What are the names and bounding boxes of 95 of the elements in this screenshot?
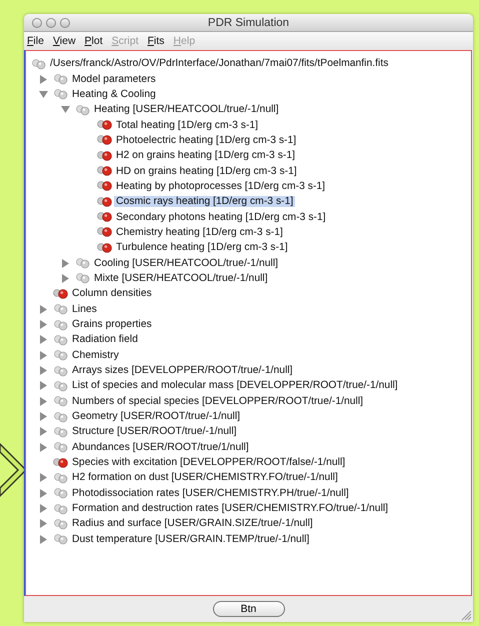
window-title: PDR Simulation [208,16,290,28]
molecule-icon [96,226,114,238]
tree-item[interactable]: Radiation field [70,334,140,346]
expand-triangle-icon[interactable] [38,366,48,376]
molecule-icon [52,472,70,484]
molecule-icon [52,441,70,454]
expand-triangle-icon[interactable] [38,442,48,452]
tree-item[interactable]: Heating by photoprocesses [1D/erg cm-3 s-1] [114,180,328,192]
molecule-icon [96,211,114,224]
molecule-icon [52,456,70,469]
zoom-button[interactable] [60,18,70,28]
tree-item[interactable]: Heating [USER/HEATCOOL/true/-1/null] [92,104,281,116]
molecule-icon [96,119,114,132]
molecule-icon [74,257,92,270]
expand-triangle-icon[interactable] [38,412,48,422]
molecule-icon [52,395,70,408]
expand-triangle-icon[interactable] [38,74,48,84]
tree-item[interactable]: HD on grains heating [1D/erg cm-3 s-1] [114,166,299,177]
molecule-icon [52,502,70,515]
tree-item[interactable]: Mixte [USER/HEATCOOL/true/-1/null] [92,272,270,284]
expand-triangle-icon[interactable] [38,320,48,330]
expand-triangle-icon[interactable] [38,519,48,528]
menu-item[interactable]: File [27,34,44,46]
tree-item[interactable]: Column densities [70,288,154,300]
molecule-icon [74,272,92,284]
molecule-icon [52,487,70,500]
molecule-icon [52,73,70,86]
molecule-icon [74,104,92,116]
tree-item[interactable]: Chemistry heating [1D/erg cm-3 s-1] [114,226,285,238]
molecule-icon [52,349,70,362]
expand-triangle-icon[interactable] [38,396,48,406]
minimize-button[interactable] [46,18,56,28]
expand-triangle-icon[interactable] [38,350,48,360]
collapse-triangle-icon[interactable] [38,90,48,99]
action-button[interactable]: Btn [212,601,284,617]
molecule-icon [96,165,114,178]
tree-item[interactable]: H2 formation on dust [USER/CHEMISTRY.FO/true/-1/null] [70,472,340,484]
tree-item[interactable]: Chemistry [70,350,121,361]
tree-item[interactable]: Structure [USER/ROOT/true/-1/null] [70,426,239,438]
expand-triangle-icon[interactable] [38,473,48,482]
tree-item[interactable]: Photoelectric heating [1D/erg cm-3 s-1] [114,134,298,146]
expand-triangle-icon[interactable] [38,304,48,314]
molecule-icon [52,426,70,438]
tree-item[interactable]: Abundances [USER/ROOT/true/1/null] [70,442,251,453]
tree-item[interactable]: /Users/franck/Astro/OV/PdrInterface/Jonathan/7mai07/fits/tPoelmanfin.fits [48,58,390,70]
molecule-icon [52,410,70,423]
expand-triangle-icon[interactable] [60,274,70,283]
tree-item[interactable]: List of species and molecular mass [DEVELOPPER/ROOT/true/-1/null] [70,380,400,392]
tree-item[interactable]: Secondary photons heating [1D/erg cm-3 s-1] [114,212,328,223]
expand-triangle-icon[interactable] [60,258,70,268]
molecule-icon [52,88,70,100]
molecule-icon [52,334,70,346]
molecule-icon [96,150,114,162]
molecule-icon [52,303,70,316]
molecule-icon [52,533,70,546]
tree-item[interactable]: Species with excitation [DEVELOPPER/ROOT/false/-1/null] [70,457,348,468]
molecule-icon [96,180,114,192]
close-button[interactable] [32,18,42,28]
molecule-icon [96,134,114,146]
menu-item[interactable]: Fits [148,34,164,46]
expand-triangle-icon[interactable] [38,488,48,498]
tree-item[interactable]: Cooling [USER/HEATCOOL/true/-1/null] [92,258,280,269]
tree-item[interactable]: Grains properties [70,319,154,330]
expand-triangle-icon[interactable] [38,381,48,390]
menu-item[interactable]: Plot [84,34,103,46]
expand-triangle-icon[interactable] [38,335,48,344]
tree-item[interactable]: Numbers of special species [DEVELOPPER/ROOT/true/-1/null] [70,396,366,407]
molecule-icon [52,288,70,300]
tree-item[interactable]: Formation and destruction rates [USER/CHEMISTRY.FO/true/-1/null] [70,503,390,514]
tree-item[interactable]: Total heating [1D/erg cm-3 s-1] [114,120,260,131]
tree-item[interactable]: Photodissociation rates [USER/CHEMISTRY.PH/true/-1/null] [70,488,351,499]
molecule-icon [52,364,70,377]
resize-grip-icon[interactable] [461,610,472,621]
collapse-triangle-icon[interactable] [60,105,70,114]
tree-item[interactable]: Dust temperature [USER/GRAIN.TEMP/true/-1/null] [70,534,312,545]
arrow-drawing [0,442,26,498]
expand-triangle-icon[interactable] [38,504,48,514]
tree-item[interactable]: Turbulence heating [1D/erg cm-3 s-1] [114,242,290,254]
molecule-icon [96,242,114,254]
tree-item[interactable]: Lines [70,304,99,315]
tree-item[interactable]: Radius and surface [USER/GRAIN.SIZE/true/-1/null] [70,518,315,530]
molecule-icon [52,518,70,530]
tree-item[interactable]: Cosmic rays heating [1D/erg cm-3 s-1] [114,196,296,208]
menu-item[interactable]: View [52,34,76,46]
molecule-icon [52,318,70,331]
molecule-icon [30,58,48,70]
tree-item[interactable]: Heating & Cooling [70,88,158,100]
tree-item[interactable]: Model parameters [70,74,158,85]
expand-triangle-icon[interactable] [38,427,48,436]
expand-triangle-icon[interactable] [38,534,48,544]
tree-item[interactable]: Geometry [USER/ROOT/true/-1/null] [70,411,242,422]
tree-item[interactable]: H2 on grains heating [1D/erg cm-3 s-1] [114,150,298,162]
molecule-icon [96,196,114,208]
tree-item[interactable]: Arrays sizes [DEVELOPPER/ROOT/true/-1/null] [70,365,295,376]
molecule-icon [52,380,70,392]
